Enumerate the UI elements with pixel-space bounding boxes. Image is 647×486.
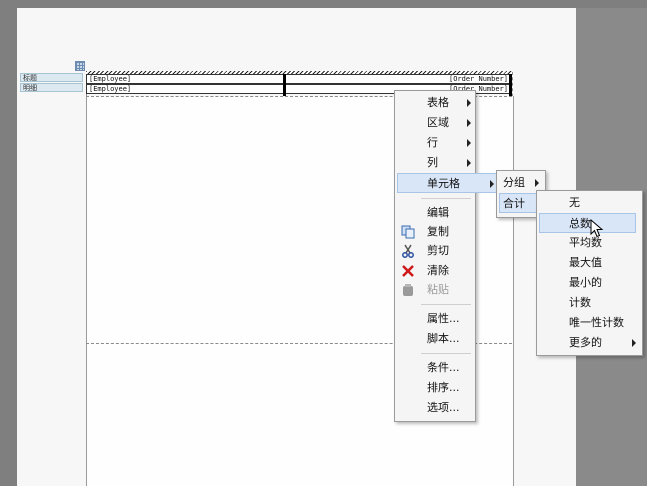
menu-item-sort[interactable]: 排序...: [397, 378, 473, 398]
menu-item-min[interactable]: 最小的: [539, 273, 640, 293]
menu-item-clear[interactable]: 清除: [397, 261, 473, 281]
chevron-right-icon: [467, 99, 471, 107]
menu-item-edit[interactable]: 编辑: [397, 203, 473, 223]
menu-item-paste[interactable]: 粘贴: [397, 280, 473, 300]
menu-item-condition[interactable]: 条件...: [397, 358, 473, 378]
chevron-right-icon: [632, 339, 636, 347]
menu-item-copy[interactable]: 复制: [397, 222, 473, 242]
detail-employee-cell[interactable]: [Employee]: [89, 85, 131, 93]
mouse-cursor-icon: [590, 219, 604, 238]
paste-icon: [401, 283, 415, 297]
chevron-right-icon: [467, 139, 471, 147]
chevron-right-icon: [535, 179, 539, 187]
menu-item-cut[interactable]: 剪切: [397, 241, 473, 261]
menu-separator: [421, 304, 471, 305]
menu-item-row[interactable]: 行: [397, 133, 473, 153]
menu-separator: [421, 353, 471, 354]
menu-item-max[interactable]: 最大值: [539, 253, 640, 273]
menu-item-script[interactable]: 脚本...: [397, 329, 473, 349]
menu-item-none[interactable]: 无: [539, 193, 640, 213]
total-submenu: 无 总数 平均数 最大值 最小的 计数 唯一性计数 更多的: [536, 190, 643, 356]
menu-item-cell[interactable]: 单元格: [397, 173, 497, 193]
menu-item-distinct-count[interactable]: 唯一性计数: [539, 313, 640, 333]
header-employee-cell[interactable]: [Employee]: [89, 75, 131, 83]
context-menu: 表格 区域 行 列 单元格 编辑 复制 剪切 清除 粘贴 属性... 脚本...…: [394, 90, 497, 422]
menu-item-region[interactable]: 区域: [397, 113, 473, 133]
chevron-right-icon: [467, 159, 471, 167]
row-label-detail: 明细: [20, 83, 83, 92]
table-select-handle[interactable]: [75, 61, 85, 71]
menu-item-table[interactable]: 表格: [397, 93, 473, 113]
header-order-number-cell[interactable]: [Order Number]: [449, 75, 508, 83]
row-label-header: 标题: [20, 73, 83, 82]
scissors-icon: [401, 244, 415, 258]
menu-item-count[interactable]: 计数: [539, 293, 640, 313]
menu-item-sum[interactable]: 总数: [539, 213, 636, 233]
table-header-row[interactable]: [Employee] [Order Number]: [86, 74, 512, 84]
row-end-handle[interactable]: [509, 74, 512, 96]
menu-item-more[interactable]: 更多的: [539, 333, 640, 353]
delete-icon: [401, 264, 415, 278]
menu-item-options[interactable]: 选项...: [397, 398, 473, 418]
menu-item-column[interactable]: 列: [397, 153, 473, 173]
chevron-right-icon: [490, 180, 494, 188]
column-divider-handle[interactable]: [283, 74, 286, 96]
copy-icon: [401, 225, 415, 239]
menu-item-properties[interactable]: 属性...: [397, 309, 473, 329]
chevron-right-icon: [467, 119, 471, 127]
menu-separator: [421, 198, 471, 199]
